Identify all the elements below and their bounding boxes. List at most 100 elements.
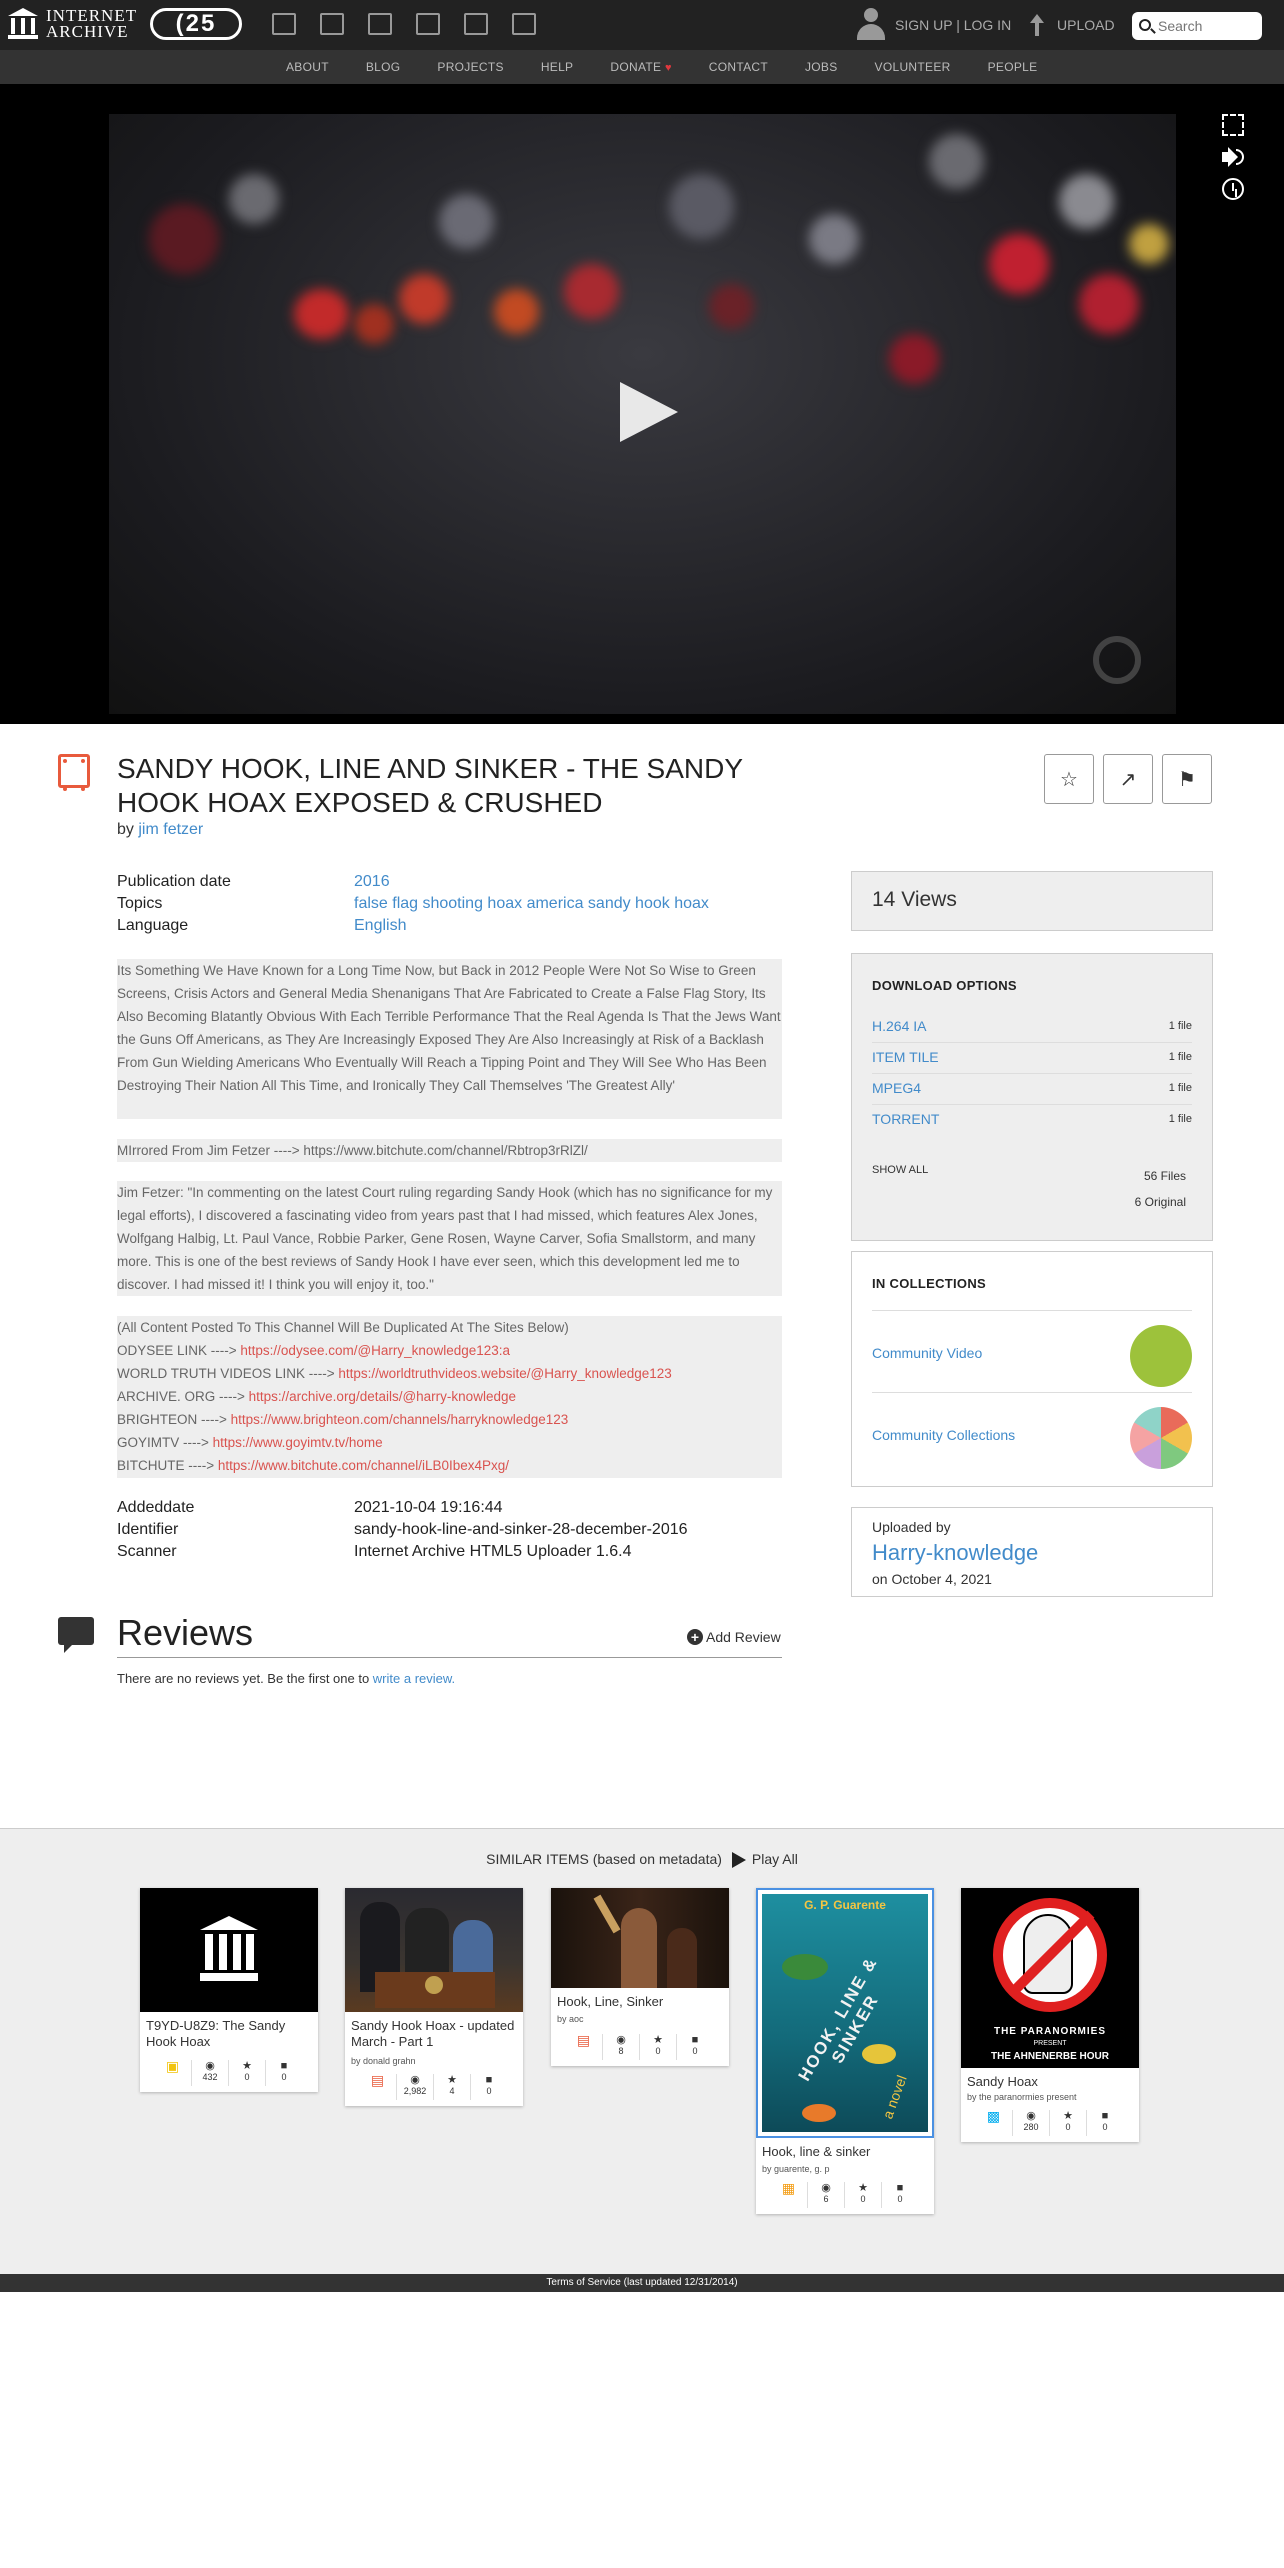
web-icon[interactable]: [272, 13, 296, 35]
views-count: 280: [1023, 2122, 1039, 2132]
search-icon[interactable]: [1139, 19, 1151, 31]
download-count: 1 file: [1168, 1051, 1192, 1063]
item-thumbnail[interactable]: [551, 1888, 729, 1988]
anniversary-badge[interactable]: (25: [150, 8, 242, 40]
item-title[interactable]: Sandy Hoax: [967, 2074, 1135, 2090]
item-thumbnail[interactable]: G. P. Guarente HOOK, LINE & SINKER a nov…: [756, 1888, 934, 2138]
community-collections-link[interactable]: Community Collections: [872, 1427, 1015, 1443]
item-thumbnail[interactable]: [140, 1888, 318, 2012]
user-icon[interactable]: [856, 8, 886, 42]
flag-button[interactable]: ⚑: [1162, 754, 1212, 804]
views-stat: ◉ 8: [602, 2034, 639, 2060]
signup-login-link[interactable]: SIGN UP | LOG IN: [895, 17, 1011, 33]
link-label: ARCHIVE. ORG ---->: [117, 1389, 249, 1404]
logo-text-line2: ARCHIVE: [46, 22, 129, 41]
star-icon: ☆: [1060, 768, 1078, 791]
similar-item-card[interactable]: G. P. Guarente HOOK, LINE & SINKER a nov…: [756, 1888, 934, 2214]
download-itemtile-link[interactable]: ITEM TILE: [872, 1049, 939, 1065]
upload-icon[interactable]: [1028, 14, 1046, 36]
community-video-icon[interactable]: [1130, 1325, 1192, 1387]
nav-jobs[interactable]: JOBS: [805, 60, 838, 74]
flag-icon: ⚑: [1178, 768, 1196, 791]
top-bar: INTERNET ARCHIVE (25 SIGN UP | LOG IN UPL…: [0, 0, 1284, 50]
meta-key: Scanner: [117, 1543, 177, 1560]
language-link[interactable]: English: [354, 917, 406, 935]
images-icon[interactable]: [512, 13, 536, 35]
item-stats: ▤ ◉ 8 ★ 0 ■ 0: [565, 2033, 713, 2060]
internet-archive-logo[interactable]: INTERNET ARCHIVE: [8, 7, 137, 41]
play-all-icon[interactable]: [731, 1852, 746, 1869]
uploader-link[interactable]: Harry-knowledge: [872, 1540, 1038, 1566]
item-title[interactable]: T9YD-U8Z9: The Sandy Hook Hoax: [146, 2018, 314, 2050]
share-button[interactable]: ↗: [1103, 754, 1153, 804]
views-stat: ◉ 6: [807, 2182, 844, 2208]
show-all-link[interactable]: SHOW ALL: [872, 1164, 928, 1176]
item-thumbnail[interactable]: [345, 1888, 523, 2012]
item-thumbnail[interactable]: THE PARANORMIES PRESENT THE AHNENERBE HO…: [961, 1888, 1139, 2068]
worldtruthvideos-link[interactable]: https://worldtruthvideos.website/@Harry_…: [338, 1366, 671, 1381]
video-icon[interactable]: [368, 13, 392, 35]
item-creator: by the paranormies present: [967, 2092, 1077, 2102]
audio-icon[interactable]: [416, 13, 440, 35]
item-title[interactable]: Hook, line & sinker: [762, 2144, 930, 2160]
odysee-link[interactable]: https://odysee.com/@Harry_knowledge123:a: [240, 1343, 510, 1358]
similar-item-card[interactable]: T9YD-U8Z9: The Sandy Hook Hoax ▣ ◉ 432 ★ 0…: [140, 1888, 318, 2092]
upload-date: on October 4, 2021: [872, 1571, 992, 1587]
topics-link[interactable]: false flag shooting hoax america sandy h…: [354, 895, 709, 913]
archive-org-link[interactable]: https://archive.org/details/@harry-knowl…: [249, 1389, 516, 1404]
creator-link[interactable]: jim fetzer: [138, 821, 203, 838]
cover-author: G. P. Guarente: [804, 1898, 886, 1912]
download-mpeg4-link[interactable]: MPEG4: [872, 1080, 921, 1096]
description-paragraph-3: Jim Fetzer: "In commenting on the latest…: [117, 1181, 782, 1296]
volume-icon[interactable]: [1222, 146, 1244, 168]
similar-item-card[interactable]: THE PARANORMIES PRESENT THE AHNENERBE HO…: [961, 1888, 1139, 2142]
download-row: TORRENT 1 file: [872, 1105, 1192, 1136]
community-collections-icon[interactable]: [1130, 1407, 1192, 1469]
reviews-divider: [117, 1657, 782, 1658]
download-row: H.264 IA 1 file: [872, 1012, 1192, 1043]
clock-icon[interactable]: [1222, 178, 1244, 200]
search-input[interactable]: [1158, 16, 1254, 36]
community-video-link[interactable]: Community Video: [872, 1345, 982, 1361]
software-icon[interactable]: [464, 13, 488, 35]
nav-contact[interactable]: CONTACT: [709, 60, 768, 74]
similar-item-card[interactable]: Hook, Line, Sinker by aoc ▤ ◉ 8 ★ 0 ■ 0: [551, 1888, 729, 2066]
nav-projects[interactable]: PROJECTS: [437, 60, 503, 74]
terms-of-service-link[interactable]: Terms of Service (last updated 12/31/201…: [0, 2274, 1284, 2292]
nav-help[interactable]: HELP: [541, 60, 574, 74]
item-title[interactable]: Sandy Hook Hoax - updated March - Part 1: [351, 2018, 519, 2050]
bitchute-link[interactable]: https://www.bitchute.com/channel/iLB0Ibe…: [218, 1458, 509, 1473]
eye-icon: ◉: [821, 2182, 831, 2194]
nav-about[interactable]: ABOUT: [286, 60, 329, 74]
similar-items-heading: SIMILAR ITEMS (based on metadata): [486, 1851, 722, 1867]
goyimtv-link[interactable]: https://www.goyimtv.tv/home: [213, 1435, 383, 1450]
play-button[interactable]: [620, 382, 678, 442]
reviews-count: 0: [897, 2194, 903, 2204]
nav-donate[interactable]: DONATE ♥: [610, 60, 671, 74]
download-h264-link[interactable]: H.264 IA: [872, 1018, 926, 1034]
reviews-count: 0: [1102, 2122, 1108, 2132]
publication-date-link[interactable]: 2016: [354, 873, 390, 891]
download-torrent-link[interactable]: TORRENT: [872, 1111, 939, 1127]
meta-key: Language: [117, 917, 189, 934]
play-all-link[interactable]: Play All: [752, 1851, 798, 1867]
link-row-odysee: ODYSEE LINK ----> https://odysee.com/@Ha…: [117, 1339, 782, 1362]
fullscreen-icon[interactable]: [1222, 114, 1244, 136]
add-review-button[interactable]: + Add Review: [687, 1629, 781, 1645]
audio-media-icon: ▩: [986, 2108, 1001, 2124]
nav-volunteer[interactable]: VOLUNTEER: [875, 60, 951, 74]
write-review-link[interactable]: write a review.: [373, 1671, 455, 1686]
meta-key: Identifier: [117, 1521, 179, 1538]
favorite-button[interactable]: ☆: [1044, 754, 1094, 804]
similar-item-card[interactable]: Sandy Hook Hoax - updated March - Part 1…: [345, 1888, 523, 2106]
media-type: ▤: [565, 2033, 602, 2060]
item-title[interactable]: Hook, Line, Sinker: [557, 1994, 725, 2010]
nav-blog[interactable]: BLOG: [366, 60, 401, 74]
addeddate-value: 2021-10-04 19:16:44: [354, 1499, 503, 1516]
brighteon-link[interactable]: https://www.brighteon.com/channels/harry…: [231, 1412, 569, 1427]
upload-link[interactable]: UPLOAD: [1057, 17, 1115, 33]
video-frame[interactable]: [109, 114, 1176, 714]
texts-icon[interactable]: [320, 13, 344, 35]
item-stats: ▤ ◉ 2,982 ★ 4 ■ 0: [359, 2073, 507, 2100]
nav-people[interactable]: PEOPLE: [988, 60, 1038, 74]
